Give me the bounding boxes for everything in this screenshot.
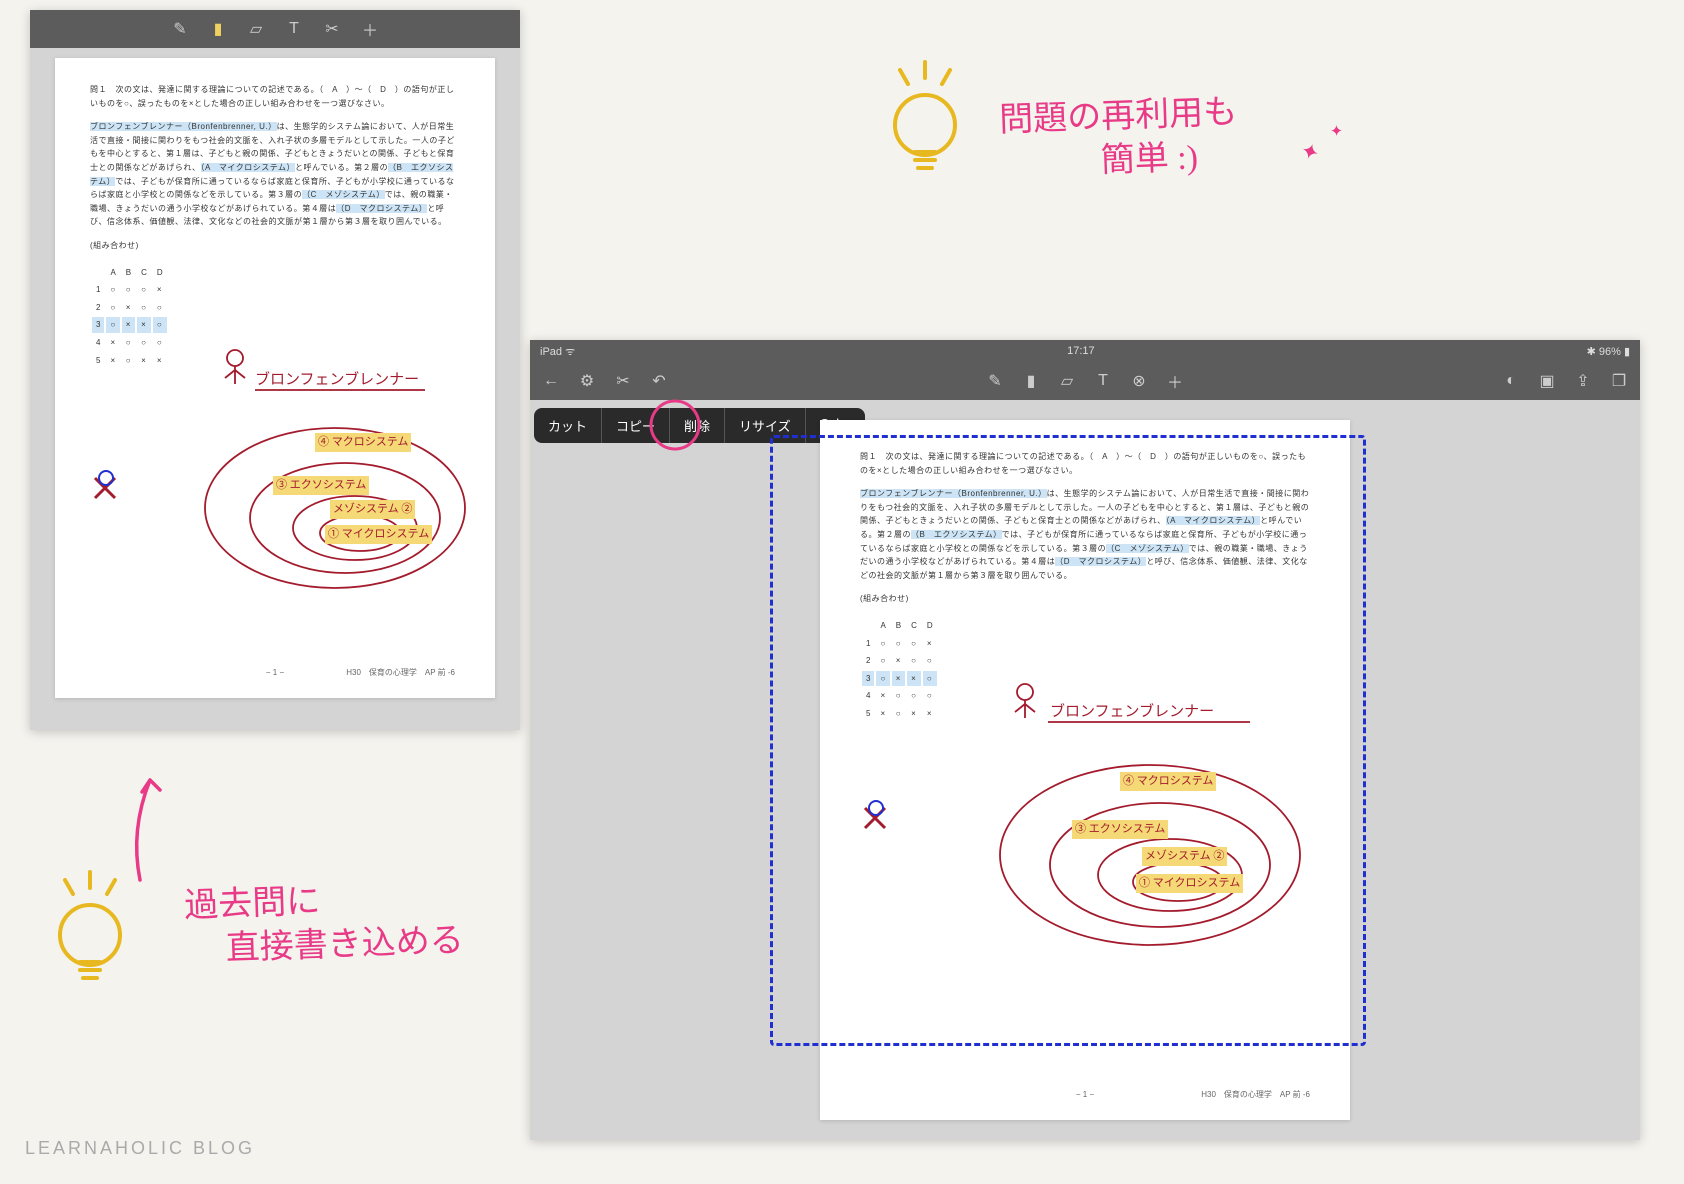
tool-icon[interactable]: ◐ (1502, 372, 1520, 390)
hand-note-write: 過去問に 直接書き込める (184, 875, 465, 973)
question-title: 問１ 次の文は、発達に関する理論についての記述である。（ A ）～（ D ）の語… (90, 83, 460, 110)
gear-icon[interactable]: ⚙ (578, 372, 596, 390)
pen-icon[interactable]: ✎ (171, 20, 189, 38)
lasso-icon[interactable]: ⊗ (1130, 372, 1148, 390)
lasso-icon[interactable]: ✂ (323, 20, 341, 38)
pages-icon[interactable]: ❐ (1610, 372, 1628, 390)
text-icon[interactable]: T (285, 20, 303, 38)
left-app-panel: ✎ ▮ ▱ T ✂ ＋ 問１ 次の文は、発達に関する理論についての記述である。（… (30, 10, 520, 730)
right-app-panel: iPad ᯤ 17:17 ✱ 96% ▮ ← ⚙ ✂ ↶ ✎ ▮ ▱ T ⊗ ＋… (530, 340, 1640, 1140)
back-icon[interactable]: ← (542, 372, 560, 390)
blog-footer: LEARNAHOLIC BLOG (25, 1138, 255, 1159)
scissors-icon[interactable]: ✂ (614, 372, 632, 390)
text-icon[interactable]: T (1094, 372, 1112, 390)
add-icon[interactable]: ＋ (361, 20, 379, 38)
eraser-icon[interactable]: ▱ (1058, 372, 1076, 390)
ipad-statusbar: iPad ᯤ 17:17 ✱ 96% ▮ (530, 340, 1640, 362)
highlighter-icon[interactable]: ▮ (209, 20, 227, 38)
menu-cut[interactable]: カット (534, 408, 602, 443)
highlighter-icon[interactable]: ▮ (1022, 372, 1040, 390)
answer-table: ABCD 1○○○× 2○×○○ 3○××○ 4×○○○ 5×○×× (90, 263, 169, 371)
hand-note-reuse: 問題の再利用も 簡単 :) ✦ ✦ (999, 91, 1240, 188)
undo-icon[interactable]: ↶ (650, 372, 668, 390)
pen-icon[interactable]: ✎ (986, 372, 1004, 390)
toolbar-left: ✎ ▮ ▱ T ✂ ＋ (30, 10, 520, 48)
document-page-left: 問１ 次の文は、発達に関する理論についての記述である。（ A ）～（ D ）の語… (55, 58, 495, 698)
question-body: ブロンフェンブレンナー（Bronfenbrenner, U.）は、生態学的システ… (90, 120, 460, 229)
eraser-icon[interactable]: ▱ (247, 20, 265, 38)
add-icon[interactable]: ＋ (1166, 372, 1184, 390)
selection-lasso[interactable] (770, 435, 1366, 1046)
share-icon[interactable]: ⇪ (1574, 372, 1592, 390)
inbox-icon[interactable]: ▣ (1538, 372, 1556, 390)
